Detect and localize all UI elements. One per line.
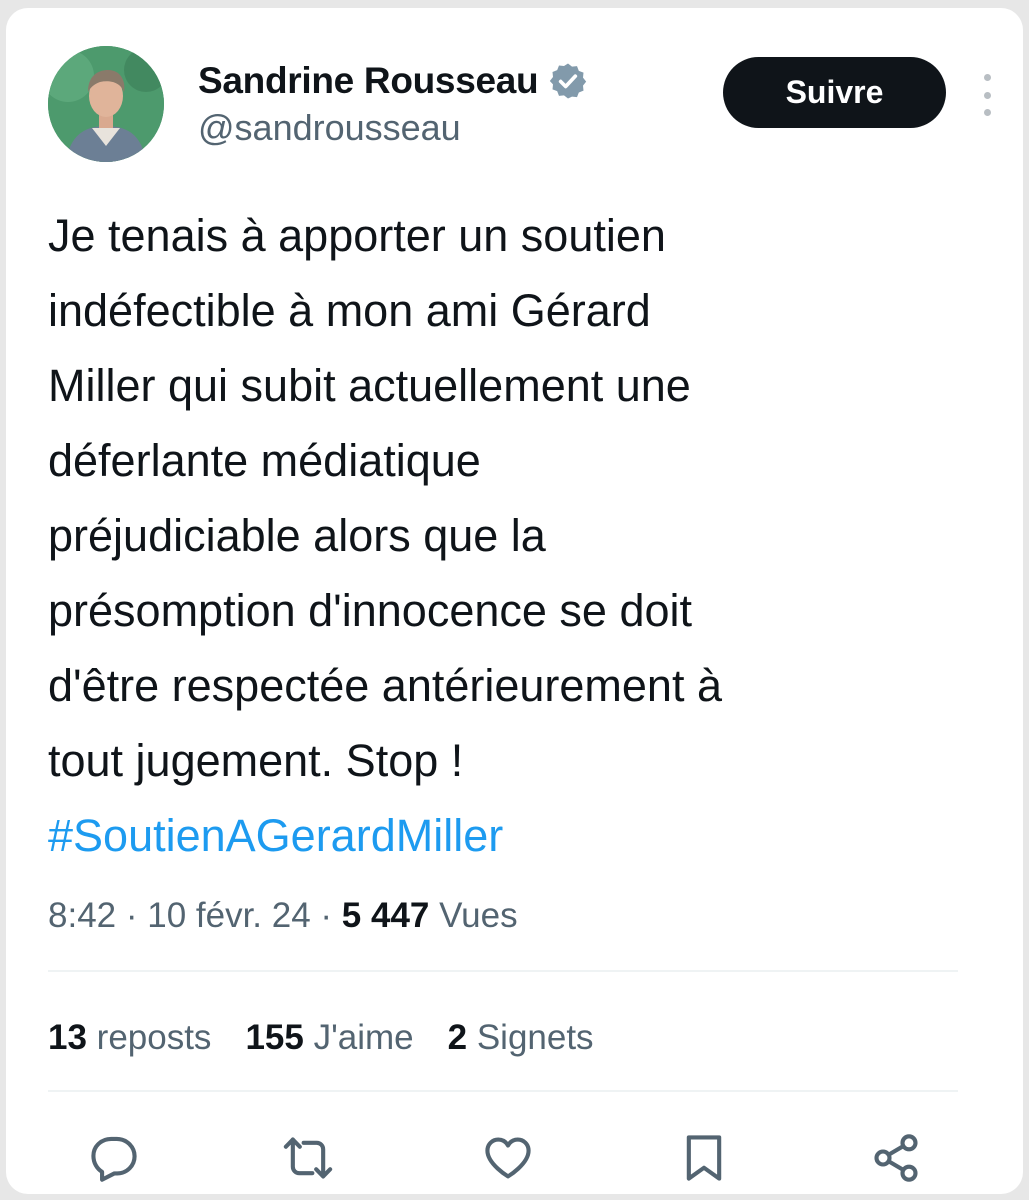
meta-separator: ·: [116, 896, 148, 935]
tweet-line: préjudiciable alors que la: [48, 510, 546, 561]
more-options-icon[interactable]: [972, 70, 1002, 120]
repost-icon[interactable]: [282, 1132, 334, 1184]
follow-button[interactable]: Suivre: [723, 57, 946, 128]
verified-badge-icon: [548, 61, 588, 101]
divider: [48, 970, 958, 972]
views-count: 5 447: [341, 896, 430, 935]
tweet-line: d'être respectée antérieurement à: [48, 660, 722, 711]
reply-icon[interactable]: [88, 1132, 140, 1184]
reposts-stat[interactable]: 13 reposts: [48, 1018, 211, 1058]
tweet-text: Je tenais à apporter un soutien indéfect…: [48, 198, 978, 873]
hashtag-link[interactable]: #SoutienAGerardMiller: [48, 798, 978, 873]
meta-separator: ·: [310, 896, 342, 935]
views-label: Vues: [429, 896, 518, 935]
tweet-line: Je tenais à apporter un soutien: [48, 210, 666, 261]
author-handle[interactable]: @sandrousseau: [198, 107, 461, 149]
more-dot: [983, 109, 991, 116]
tweet-line: présomption d'innocence se doit: [48, 585, 692, 636]
avatar[interactable]: [48, 46, 164, 162]
bookmarks-label: Signets: [467, 1018, 594, 1057]
tweet-date[interactable]: 10 févr. 24: [147, 896, 310, 935]
action-bar: [6, 1132, 1023, 1188]
bookmarks-stat[interactable]: 2 Signets: [448, 1018, 594, 1058]
more-dot: [983, 91, 991, 99]
author-name[interactable]: Sandrine Rousseau: [198, 60, 539, 102]
tweet-line: déferlante médiatique: [48, 435, 481, 486]
more-dot: [983, 74, 991, 81]
likes-stat[interactable]: 155 J'aime: [245, 1018, 413, 1058]
engagement-stats: 13 reposts 155 J'aime 2 Signets: [48, 1018, 594, 1058]
tweet-line: indéfectible à mon ami Gérard: [48, 285, 651, 336]
likes-label: J'aime: [303, 1018, 414, 1057]
tweet-line: Miller qui subit actuellement une: [48, 360, 691, 411]
reposts-label: reposts: [86, 1018, 212, 1057]
bookmarks-count: 2: [447, 1018, 468, 1057]
tweet-line: tout jugement. Stop !: [48, 735, 464, 786]
divider: [48, 1090, 958, 1092]
bookmark-icon[interactable]: [678, 1132, 730, 1184]
reposts-count: 13: [48, 1018, 87, 1057]
like-icon[interactable]: [482, 1132, 534, 1184]
tweet-time[interactable]: 8:42: [48, 896, 116, 935]
author-row: Sandrine Rousseau: [198, 56, 588, 106]
likes-count: 155: [245, 1018, 304, 1057]
tweet-card: Sandrine Rousseau @sandrousseau Suivre J…: [6, 8, 1023, 1194]
share-icon[interactable]: [870, 1132, 922, 1184]
tweet-meta: 8:42 · 10 févr. 24 · 5 447 Vues: [48, 896, 518, 936]
